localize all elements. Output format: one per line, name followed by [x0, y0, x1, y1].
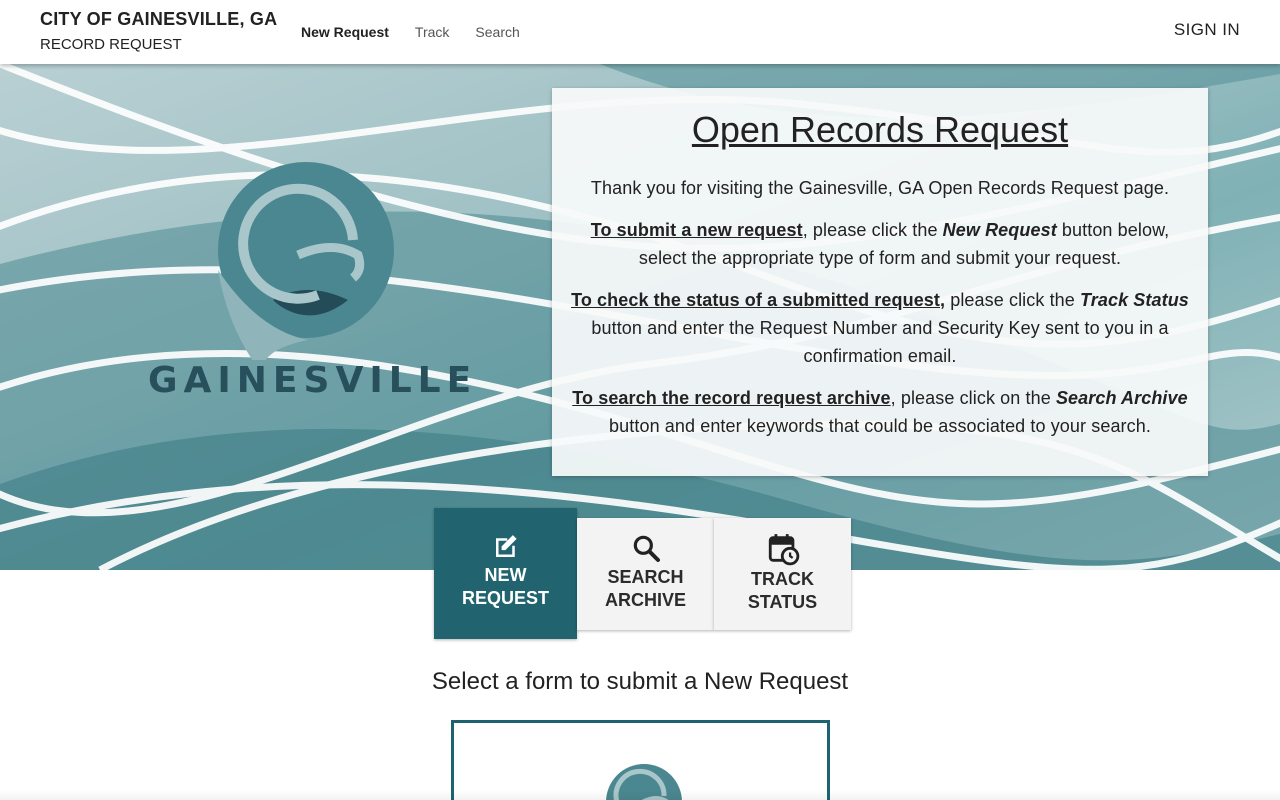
tile-label-line2: REQUEST: [461, 588, 549, 608]
calendar-clock-icon: [768, 534, 799, 566]
status-mid: please click the: [945, 290, 1080, 310]
city-logo-icon: [606, 764, 682, 800]
brand[interactable]: CITY OF GAINESVILLE, GA RECORD REQUEST: [40, 8, 277, 54]
new-request-tile[interactable]: NEW REQUEST: [434, 508, 577, 639]
hero-banner: GAINESVILLE Open Records Request Thank y…: [0, 64, 1280, 570]
status-emphasis: Track Status: [1080, 290, 1189, 310]
gainesville-g-logo: [218, 162, 394, 375]
track-status-tile[interactable]: TRACK STATUS: [714, 518, 851, 630]
sign-in-button[interactable]: SIGN IN: [1174, 20, 1240, 40]
top-app-bar: CITY OF GAINESVILLE, GA RECORD REQUEST N…: [0, 0, 1280, 64]
nav-track[interactable]: Track: [402, 20, 462, 44]
forms-heading: Select a form to submit a New Request: [431, 668, 849, 695]
tile-label-line2: ARCHIVE: [604, 590, 686, 610]
status-instructions: To check the status of a submitted reque…: [568, 286, 1192, 370]
tile-label-line1: SEARCH: [607, 567, 684, 587]
search-icon: [633, 535, 660, 562]
logo-wordmark: GAINESVILLE: [148, 360, 478, 401]
intro-card: Open Records Request Thank you for visit…: [552, 88, 1208, 476]
action-tiles: NEW REQUEST SEARCH ARCHIVE TRACK STATUS: [434, 508, 851, 639]
archive-tail: button and enter keywords that could be …: [609, 416, 1151, 436]
nav-search[interactable]: Search: [462, 20, 532, 44]
archive-emphasis: Search Archive: [1055, 388, 1188, 408]
archive-lead: To search the record request archive: [572, 388, 891, 408]
submit-instructions: To submit a new request, please click th…: [568, 216, 1192, 272]
page-title: Open Records Request: [691, 109, 1069, 150]
app-name: RECORD REQUEST: [40, 36, 182, 53]
archive-mid: , please click on the: [890, 388, 1056, 408]
submit-mid: , please click the: [802, 220, 943, 240]
tile-label-line1: NEW: [484, 565, 527, 585]
intro-text: Thank you for visiting the Gainesville, …: [590, 178, 1170, 198]
city-logo: GAINESVILLE: [148, 160, 478, 410]
main-nav: New Request Track Search: [288, 20, 533, 44]
tile-label-line2: STATUS: [747, 592, 818, 612]
submit-lead: To submit a new request: [590, 220, 803, 240]
org-name: CITY OF GAINESVILLE, GA: [40, 9, 278, 29]
edit-icon: [495, 535, 517, 557]
tile-label-line1: TRACK: [751, 569, 814, 589]
status-tail: button and enter the Request Number and …: [591, 318, 1169, 366]
form-option-card[interactable]: [451, 720, 830, 800]
nav-new-request[interactable]: New Request: [288, 20, 402, 44]
search-archive-tile[interactable]: SEARCH ARCHIVE: [577, 518, 714, 630]
status-lead: To check the status of a submitted reque…: [571, 290, 946, 310]
submit-emphasis: New Request: [942, 220, 1057, 240]
archive-instructions: To search the record request archive, pl…: [568, 384, 1192, 440]
